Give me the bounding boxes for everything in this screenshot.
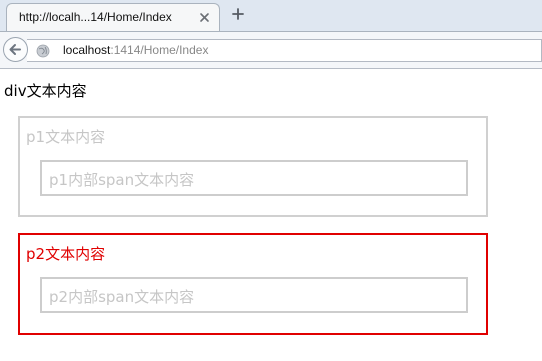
div-text: div文本内容 bbox=[4, 82, 87, 100]
browser-tab[interactable]: http://localh...14/Home/Index bbox=[6, 3, 220, 31]
p2-span-box: p2内部span文本内容 bbox=[40, 277, 468, 313]
close-icon[interactable] bbox=[199, 12, 210, 23]
p1-span-text: p1内部span文本内容 bbox=[49, 171, 195, 189]
back-arrow-icon bbox=[9, 44, 21, 55]
page-content: div文本内容 p1文本内容 p1内部span文本内容 p2文本内容 p2内部s… bbox=[0, 69, 542, 361]
p2-span-text: p2内部span文本内容 bbox=[49, 288, 195, 306]
p1-text: p1文本内容 bbox=[26, 128, 106, 146]
browser-nav-bar: localhost:1414/Home/Index bbox=[0, 31, 542, 69]
tab-title: http://localh...14/Home/Index bbox=[19, 10, 172, 24]
p1-box: p1文本内容 p1内部span文本内容 bbox=[18, 116, 488, 217]
back-button[interactable] bbox=[3, 37, 28, 62]
p2-text: p2文本内容 bbox=[26, 245, 106, 263]
url-host: localhost bbox=[63, 43, 111, 57]
url-path: :1414/Home/Index bbox=[110, 43, 209, 57]
p1-span-box: p1内部span文本内容 bbox=[40, 160, 468, 196]
address-bar[interactable]: localhost:1414/Home/Index bbox=[27, 39, 542, 62]
url-text: localhost:1414/Home/Index bbox=[63, 43, 208, 57]
p2-box: p2文本内容 p2内部span文本内容 bbox=[18, 233, 488, 335]
globe-icon bbox=[36, 44, 50, 58]
new-tab-icon[interactable] bbox=[231, 7, 245, 21]
browser-tab-bar: http://localh...14/Home/Index bbox=[0, 0, 542, 31]
